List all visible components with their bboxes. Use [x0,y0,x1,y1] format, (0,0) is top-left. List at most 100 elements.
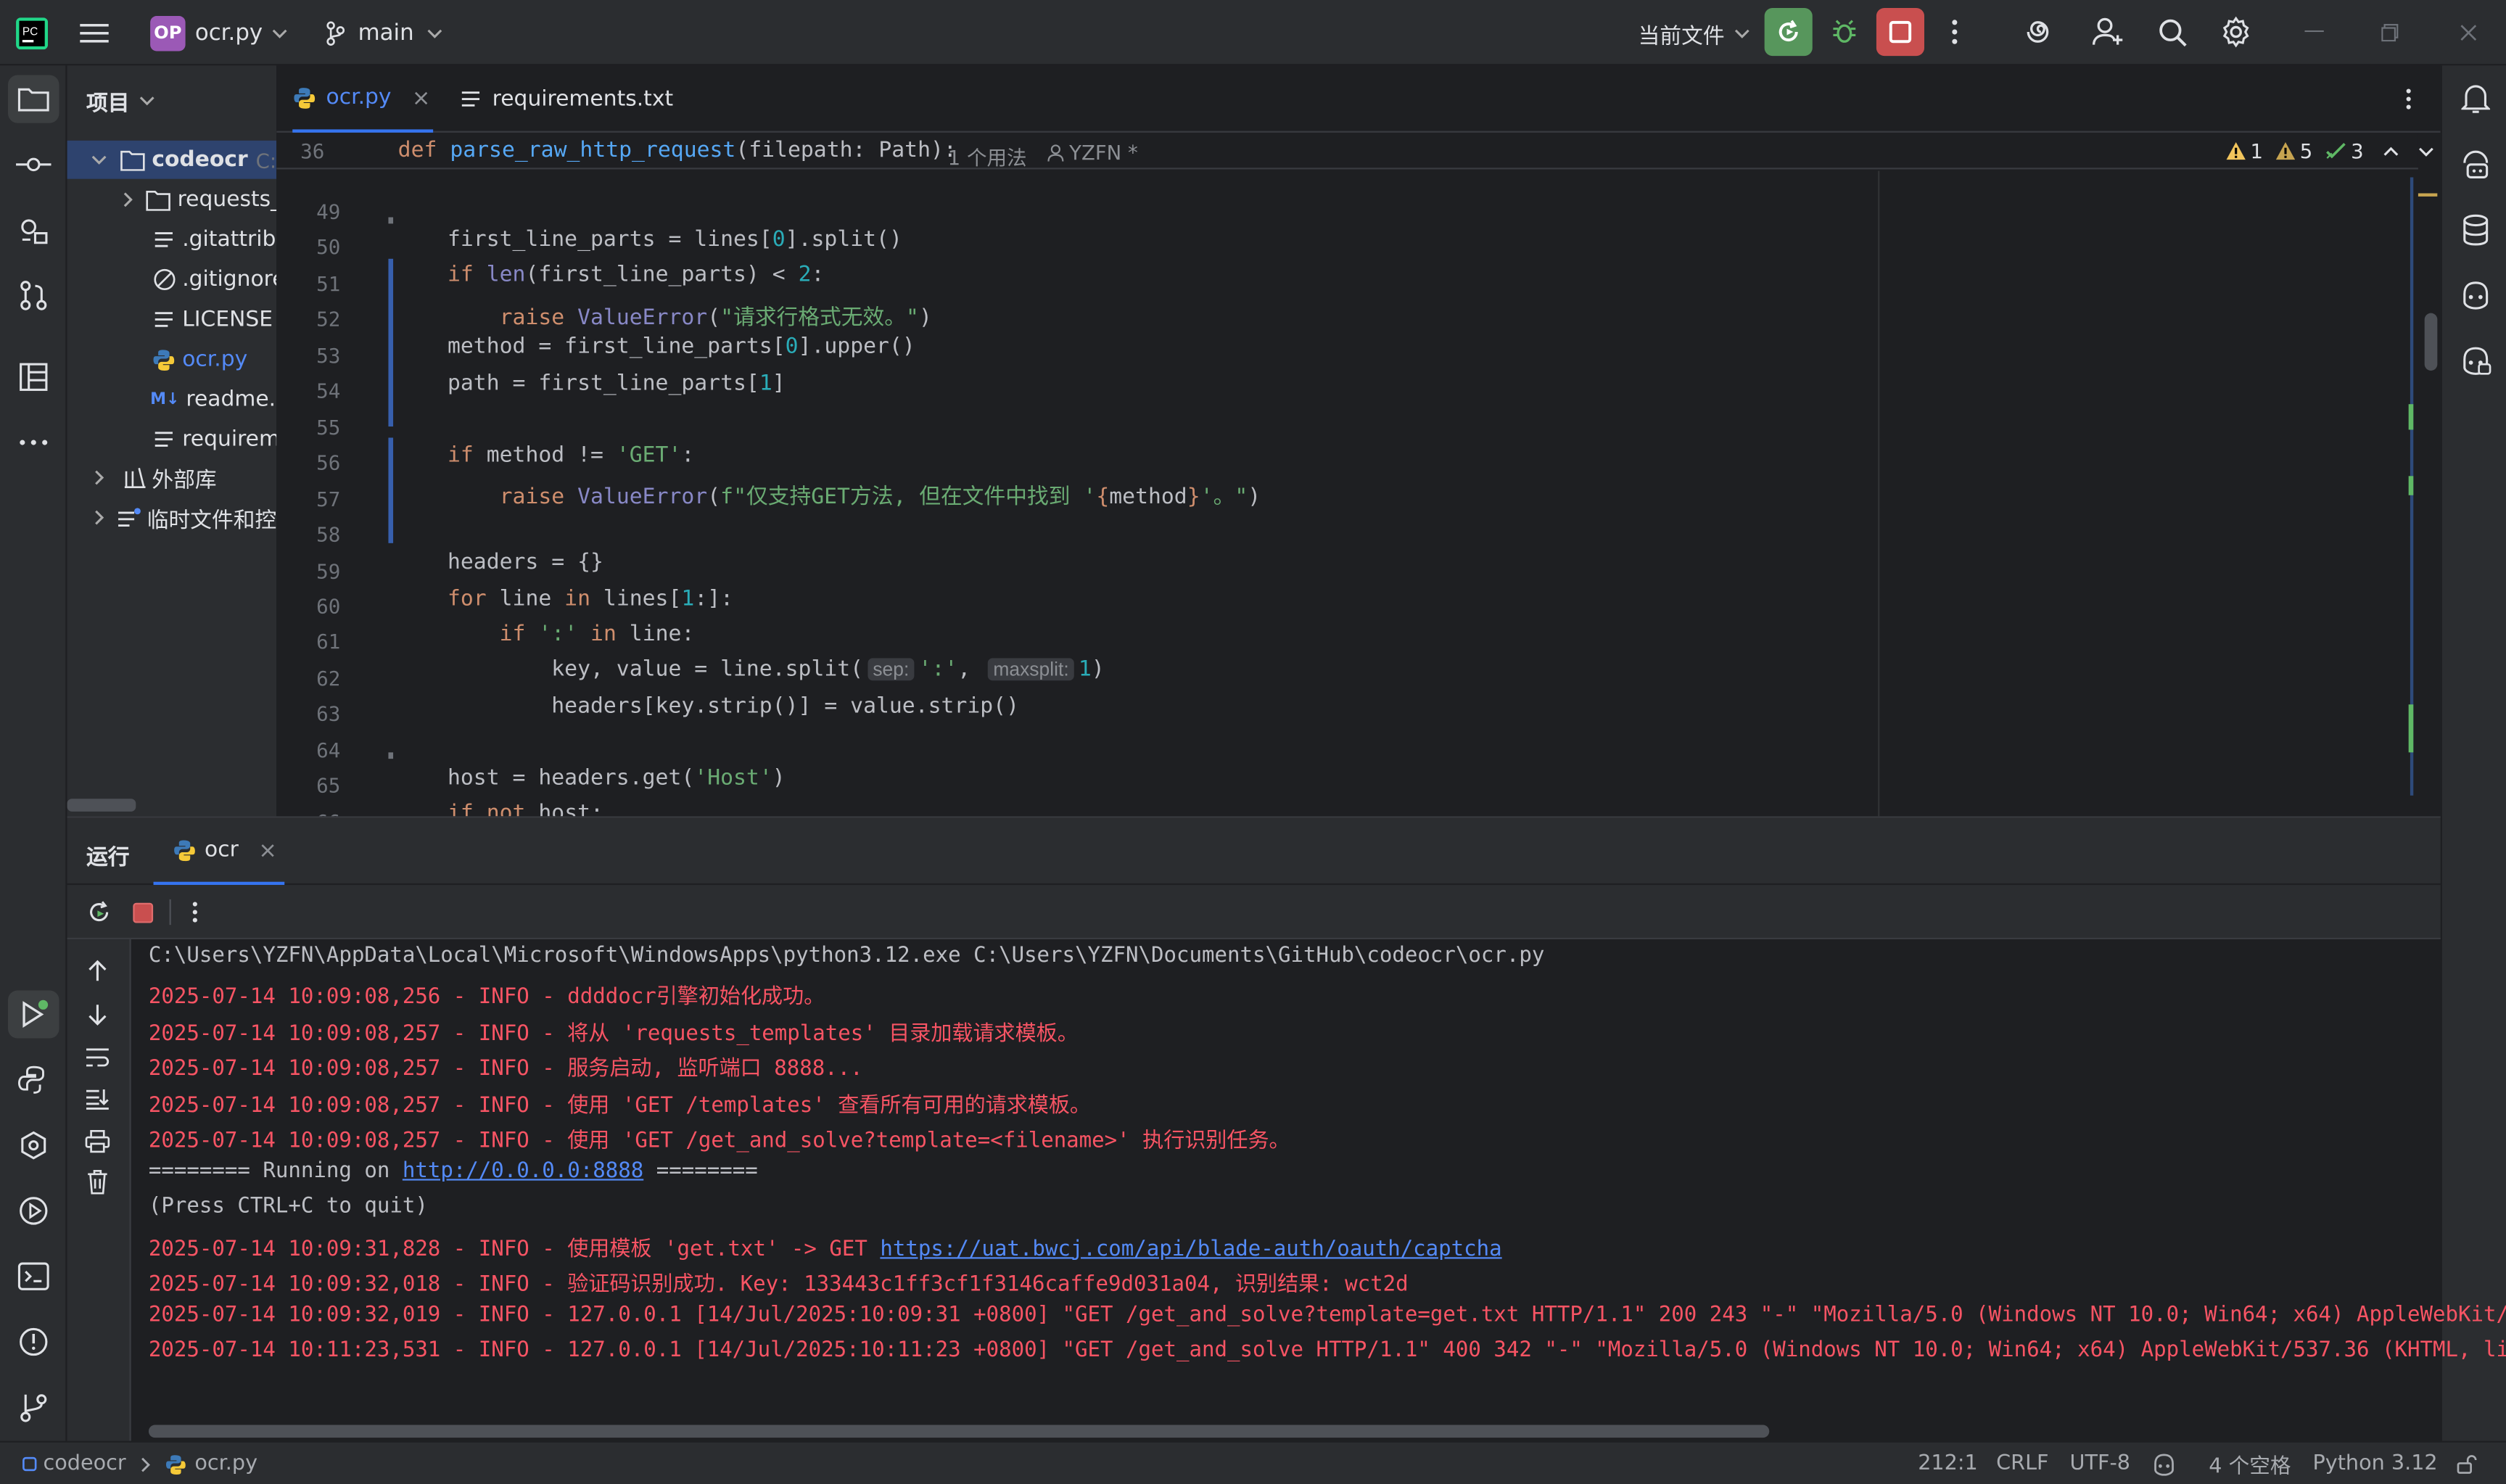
ai-chat-button[interactable] [2442,142,2506,190]
tree-item-ocr-py[interactable]: ocr.py [67,340,277,379]
terminal-button[interactable] [0,1253,67,1300]
code-line-59[interactable]: headers = {} [448,550,603,575]
problems-button[interactable] [0,1318,67,1366]
line-separator[interactable]: CRLF [1996,1443,2048,1484]
console-line[interactable]: 2025-07-14 10:09:08,256 - INFO - ddddocr… [149,980,825,1010]
console-line[interactable]: C:\Users\YZFN\AppData\Local\Microsoft\Wi… [149,944,1544,968]
search-button[interactable] [2148,8,2196,56]
sticky-scroll-header[interactable]: 36 def parse_raw_http_request(filepath: … [276,134,2433,171]
chevron-down-icon[interactable] [2418,147,2434,156]
code-line-56[interactable]: if method != 'GET': [448,442,694,468]
console-line[interactable]: 2025-07-14 10:09:32,019 - INFO - 127.0.0… [149,1303,2506,1327]
tree-item-gitattributes[interactable]: .gitattributes [67,220,276,259]
editor-vertical-scrollbar[interactable] [2424,313,2438,371]
python-packages-button[interactable] [0,206,67,254]
change-marker[interactable] [388,258,394,427]
close-tab-icon[interactable] [413,90,428,104]
run-config-selector[interactable]: 当前文件 [1639,0,1750,65]
copilot-chat-button[interactable] [2442,337,2506,385]
code-line-53[interactable]: method = first_line_parts[0].upper() [448,334,915,359]
ai-assistant-button[interactable] [2017,8,2065,56]
pycharm-logo-icon[interactable]: PC [16,0,49,65]
python-console-button[interactable] [0,1056,67,1104]
console-line[interactable]: 2025-07-14 10:09:08,257 - INFO - 使用 'GET… [149,1124,1290,1154]
rerun-button[interactable] [83,896,115,928]
console-line[interactable]: 2025-07-14 10:09:08,257 - INFO - 服务启动, 监… [149,1052,863,1082]
services-button[interactable] [0,1121,67,1169]
tree-item-license[interactable]: LICENSE [67,300,277,339]
console-line[interactable]: 2025-07-14 10:09:08,257 - INFO - 使用 'GET… [149,1087,1091,1118]
code-line-62[interactable]: key, value = line.split(sep: ':', maxspli… [448,656,1105,682]
code-line-51[interactable]: if len(first_line_parts) < 2: [448,262,824,287]
console-output[interactable]: C:\Users\YZFN\AppData\Local\Microsoft\Wi… [67,939,2506,1443]
tree-item-requests-templates[interactable]: requests_templates [67,181,276,219]
console-line[interactable]: 2025-07-14 10:09:08,257 - INFO - 将从 'req… [149,1015,1079,1046]
run-options-button[interactable] [182,896,207,928]
close-window-button[interactable] [2445,8,2490,56]
tab-requirements-txt[interactable]: requirements.txt [461,65,673,133]
stop-button[interactable] [1876,8,1925,57]
console-line[interactable]: 2025-07-14 10:09:32,018 - INFO - 验证码识别成功… [149,1267,1409,1297]
console-line[interactable]: (Press CTRL+C to quit) [149,1195,428,1219]
structure-tool-button[interactable] [0,353,67,401]
inspection-widget[interactable]: 1 5 3 [2226,139,2433,163]
console-link[interactable]: http://0.0.0.0:8888 [403,1159,643,1183]
console-line[interactable]: 2025-07-14 10:09:31,828 - INFO - 使用模板 'g… [149,1231,1502,1261]
file-encoding[interactable]: UTF-8 [2070,1443,2131,1484]
rerun-button[interactable] [1764,8,1813,57]
chevron-up-icon[interactable] [2383,146,2399,156]
close-tab-icon[interactable] [261,843,276,857]
run-tab-ocr[interactable]: ocr [153,818,285,886]
copilot-status-icon[interactable] [2151,1443,2177,1484]
debug-tool-button[interactable] [0,1187,67,1234]
run-tool-button[interactable] [8,990,59,1039]
copilot-button[interactable] [2442,271,2506,319]
code-line-60[interactable]: for line in lines[1:]: [448,586,733,611]
breadcrumb-project[interactable]: codeocr [43,1452,125,1476]
code-line-54[interactable]: path = first_line_parts[1] [448,371,786,396]
console-horizontal-scrollbar[interactable] [148,1425,1770,1438]
tab-ocr-py[interactable]: ocr.py [292,65,434,133]
console-line[interactable]: ======== Running on http://0.0.0.0:8888 … [149,1159,758,1183]
project-switcher[interactable]: OP ocr.py [150,0,288,65]
code-line-52[interactable]: raise ValueError("请求行格式无效。") [448,299,932,331]
project-panel-title[interactable]: 项目 [86,85,155,117]
python-interpreter[interactable]: Python 3.12 [2312,1443,2437,1484]
database-button[interactable] [2442,206,2506,254]
minimize-button[interactable] [2292,8,2337,56]
console-link[interactable]: https://uat.bwcj.com/api/blade-auth/oaut… [880,1237,1501,1261]
commit-tool-button[interactable] [0,141,67,189]
settings-button[interactable] [2212,8,2260,56]
tree-root-codeocr[interactable]: codeocr C:\Users\YZFN\Documents\GitHub\c… [67,140,277,179]
notifications-button[interactable] [2442,75,2506,123]
tree-item-external-libraries[interactable]: 外部库 [67,458,277,497]
project-horizontal-scrollbar[interactable] [67,799,136,812]
code-line-50[interactable]: first_line_parts = lines[0].split() [448,227,902,252]
main-menu-icon[interactable] [80,0,109,65]
console-line[interactable]: 2025-07-14 10:11:23,531 - INFO - 127.0.0… [149,1338,2506,1362]
breadcrumb-file[interactable]: ocr.py [194,1452,257,1476]
project-tool-button[interactable] [8,75,59,123]
tree-item-gitignore[interactable]: .gitignore [67,260,276,299]
code-line-61[interactable]: if ':' in line: [448,622,695,647]
stop-run-button[interactable] [126,896,158,928]
caret-position[interactable]: 212:1 [1918,1443,1978,1484]
code-line-63[interactable]: headers[key.strip()] = value.strip() [448,693,1019,719]
branch-switcher[interactable]: main [326,0,443,65]
tree-item-readme[interactable]: M↓ readme.md [67,380,276,419]
add-user-button[interactable] [2084,8,2132,56]
tree-item-requirements[interactable]: requirements.txt [67,420,276,458]
code-line-57[interactable]: raise ValueError(f"仅支持GET方法, 但在文件中找到 '{m… [448,478,1261,509]
maximize-button[interactable] [2367,8,2412,56]
author-hint[interactable]: YZFN * [1047,141,1138,165]
indent-setting[interactable]: 4 个空格 [2209,1443,2291,1484]
debug-button[interactable] [1822,8,1867,56]
more-actions-button[interactable] [1937,8,1972,56]
tree-item-scratches[interactable]: 临时文件和控制台 [67,498,276,537]
usages-hint[interactable]: 1 个用法 [948,141,1027,171]
lock-icon[interactable] [2457,1443,2478,1484]
more-tools-button[interactable] [0,419,67,466]
code-line-66[interactable]: if not host: [448,800,603,816]
code-line-65[interactable]: host = headers.get('Host') [448,765,786,791]
pull-requests-button[interactable] [0,271,67,319]
